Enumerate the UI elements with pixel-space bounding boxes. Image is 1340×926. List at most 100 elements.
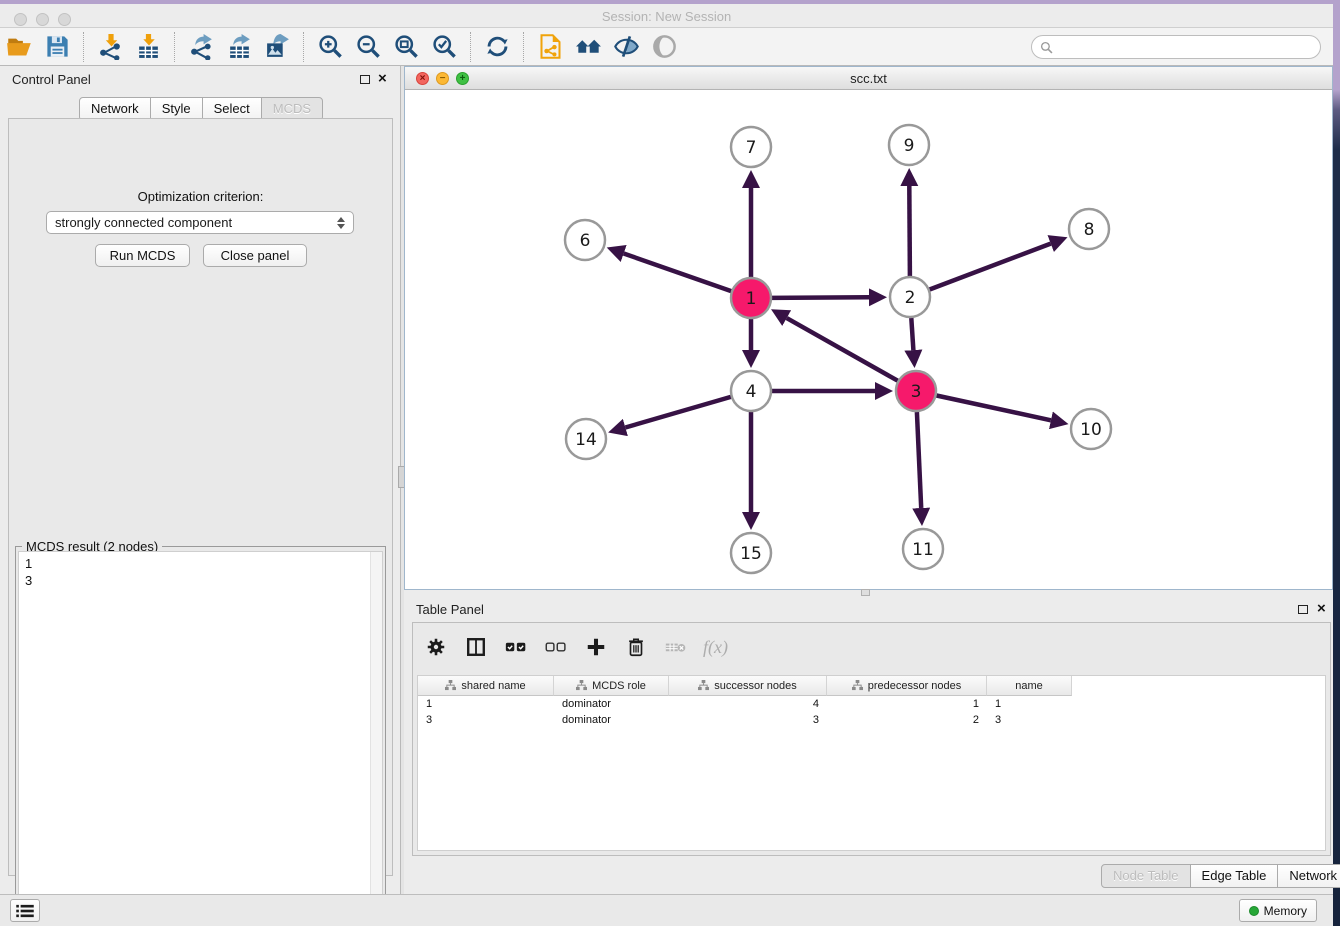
table-row[interactable]: 1dominator411 — [418, 696, 1325, 712]
result-scrollbar[interactable] — [370, 552, 382, 920]
column-header-predecessor-nodes[interactable]: predecessor nodes — [827, 676, 987, 696]
tab-edge-table[interactable]: Edge Table — [1190, 864, 1279, 888]
table-body: 1dominator4113dominator323 — [418, 696, 1325, 728]
refresh-layout-icon[interactable] — [480, 31, 514, 63]
mcds-result-text: 1 3 — [25, 555, 32, 589]
gear-icon[interactable] — [423, 634, 449, 660]
save-session-icon[interactable] — [40, 31, 74, 63]
table-cell[interactable]: 2 — [827, 714, 987, 726]
column-header-name[interactable]: name — [987, 676, 1072, 696]
search-field[interactable] — [1031, 35, 1321, 59]
delete-table-icon[interactable] — [663, 634, 689, 660]
tab-node-table[interactable]: Node Table — [1101, 864, 1191, 888]
delete-icon[interactable] — [623, 634, 649, 660]
node-table: shared nameMCDS rolesuccessor nodesprede… — [417, 675, 1326, 851]
control-panel-title: Control Panel — [12, 72, 91, 87]
criterion-value: strongly connected component — [55, 215, 232, 230]
edge-1-2[interactable] — [772, 297, 869, 298]
search-icon — [1040, 41, 1053, 54]
table-toolbar: f(x) — [423, 629, 728, 665]
table-panel: Table Panel × — [404, 596, 1333, 894]
optimization-criterion-label: Optimization criterion: — [9, 189, 392, 204]
table-cell[interactable]: 1 — [827, 698, 987, 710]
toolbar-separator — [303, 32, 304, 62]
edge-2-9[interactable] — [909, 186, 910, 276]
zoom-selected-icon[interactable] — [427, 31, 461, 63]
show-column-icon[interactable] — [463, 634, 489, 660]
column-header-MCDS-role[interactable]: MCDS role — [554, 676, 669, 696]
hide-panel-icon[interactable] — [609, 31, 643, 63]
zoom-out-icon[interactable] — [351, 31, 385, 63]
export-network-icon[interactable] — [184, 31, 218, 63]
zoom-in-icon[interactable] — [313, 31, 347, 63]
control-panel-header: Control Panel × — [0, 66, 400, 94]
select-all-columns-icon[interactable] — [503, 634, 529, 660]
horizontal-splitter-grip[interactable] — [861, 589, 870, 596]
close-panel-icon[interactable]: × — [378, 71, 387, 87]
list-icon — [16, 904, 34, 918]
status-bar: Memory — [0, 894, 1333, 926]
function-builder-icon[interactable]: f(x) — [703, 637, 728, 658]
criterion-select[interactable]: strongly connected component — [46, 211, 354, 234]
node-label: 11 — [912, 540, 934, 560]
memory-button[interactable]: Memory — [1239, 899, 1317, 922]
search-input[interactable] — [1053, 37, 1320, 57]
import-table-icon[interactable] — [131, 31, 165, 63]
table-cell[interactable]: 1 — [418, 698, 554, 710]
edge-3-11[interactable] — [917, 412, 921, 508]
float-table-panel-icon[interactable] — [1298, 605, 1308, 614]
table-cell[interactable]: 3 — [418, 714, 554, 726]
edge-2-3[interactable] — [911, 318, 913, 350]
mcds-panel: Optimization criterion: strongly connect… — [8, 118, 393, 876]
table-cell[interactable]: 1 — [987, 698, 1072, 710]
show-panel-icon[interactable] — [647, 31, 681, 63]
node-label: 4 — [746, 382, 757, 402]
node-label: 9 — [904, 136, 915, 156]
edge-1-6[interactable] — [624, 254, 732, 292]
float-panel-icon[interactable] — [360, 75, 370, 84]
memory-label: Memory — [1264, 904, 1307, 918]
network-graph: 7968124314101511 — [405, 90, 1332, 589]
main-toolbar — [0, 28, 1333, 66]
table-cell[interactable]: 4 — [669, 698, 827, 710]
table-cell[interactable]: dominator — [554, 698, 669, 710]
table-cell[interactable]: 3 — [987, 714, 1072, 726]
edge-3-10[interactable] — [937, 396, 1051, 421]
desktop-background-right — [1333, 0, 1340, 926]
export-table-icon[interactable] — [222, 31, 256, 63]
control-panel: Control Panel × NetworkStyleSelectMCDS O… — [0, 66, 400, 894]
window-title: Session: New Session — [0, 9, 1333, 24]
node-label: 15 — [740, 544, 762, 564]
edge-4-14[interactable] — [625, 397, 730, 428]
close-table-panel-icon[interactable]: × — [1317, 601, 1326, 617]
add-icon[interactable] — [583, 634, 609, 660]
node-label: 8 — [1084, 220, 1095, 240]
tab-network-table[interactable]: Network Table — [1277, 864, 1340, 888]
toolbar-separator — [174, 32, 175, 62]
table-row[interactable]: 3dominator323 — [418, 712, 1325, 728]
edge-3-1[interactable] — [787, 318, 898, 381]
node-label: 10 — [1080, 420, 1102, 440]
run-mcds-button[interactable]: Run MCDS — [95, 244, 190, 267]
edge-2-8[interactable] — [930, 244, 1051, 290]
home-icons[interactable] — [571, 31, 605, 63]
zoom-fit-icon[interactable] — [389, 31, 423, 63]
node-label: 1 — [746, 289, 757, 309]
column-header-shared-name[interactable]: shared name — [418, 676, 554, 696]
export-image-icon[interactable] — [260, 31, 294, 63]
network-window-titlebar: × − + scc.txt — [405, 67, 1332, 90]
task-history-button[interactable] — [10, 899, 40, 922]
unselect-all-columns-icon[interactable] — [543, 634, 569, 660]
close-panel-button[interactable]: Close panel — [203, 244, 307, 267]
table-panel-header: Table Panel × — [404, 596, 1333, 624]
network-canvas[interactable]: 7968124314101511 — [405, 90, 1332, 589]
table-cell[interactable]: 3 — [669, 714, 827, 726]
window-titlebar: Session: New Session — [0, 4, 1333, 28]
new-network-icon[interactable] — [533, 31, 567, 63]
mcds-result-area[interactable]: 1 3 — [18, 551, 383, 921]
column-header-successor-nodes[interactable]: successor nodes — [669, 676, 827, 696]
import-network-icon[interactable] — [93, 31, 127, 63]
network-view-window: × − + scc.txt 7968124314101511 — [404, 66, 1333, 590]
table-cell[interactable]: dominator — [554, 714, 669, 726]
open-session-icon[interactable] — [2, 31, 36, 63]
